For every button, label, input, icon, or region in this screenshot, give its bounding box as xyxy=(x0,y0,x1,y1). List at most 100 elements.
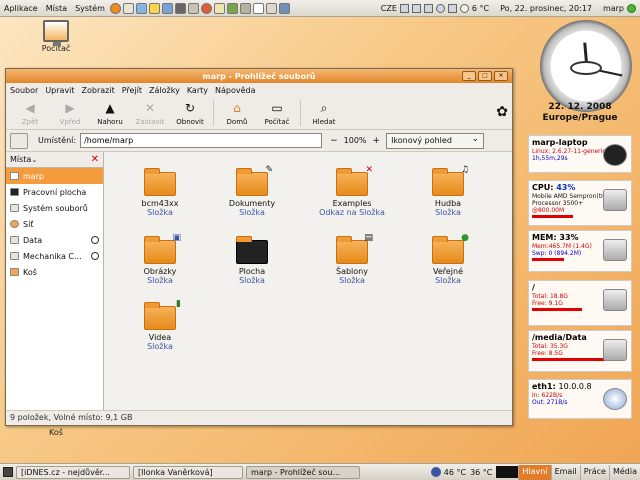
file-item[interactable]: Plocha Složka xyxy=(212,236,292,285)
up-button[interactable]: ▲ Nahoru xyxy=(90,101,130,126)
maximize-button[interactable]: □ xyxy=(478,71,492,81)
home-label: Domů xyxy=(226,118,248,126)
menu-view[interactable]: Zobrazit xyxy=(82,86,115,95)
sidebar-item-trash[interactable]: Koš xyxy=(6,264,103,280)
sidebar-item-drive-c[interactable]: Mechanika C... xyxy=(6,248,103,264)
terminal-icon[interactable] xyxy=(174,2,186,14)
view-mode-select[interactable]: Ikonový pohled xyxy=(386,132,485,149)
sidebar-title[interactable]: Místa xyxy=(10,155,31,164)
workspace-email[interactable]: Email xyxy=(550,464,580,480)
clock-datetime[interactable]: Po, 22. prosinec, 20:17 xyxy=(500,4,592,13)
task-file-manager[interactable]: marp - Prohlížeč sou... xyxy=(246,465,360,479)
minimize-button[interactable]: _ xyxy=(462,71,476,81)
sidebar-item-data[interactable]: Data xyxy=(6,232,103,248)
location-input[interactable] xyxy=(80,133,323,148)
clock-date-block: 22. 12. 2008 Europe/Prague xyxy=(520,102,640,124)
file-item[interactable]: ✎ Dokumenty Složka xyxy=(212,165,292,217)
weather-icon[interactable] xyxy=(459,3,469,13)
notes-icon[interactable] xyxy=(213,2,225,14)
office-icon[interactable] xyxy=(161,2,173,14)
volume-icon[interactable] xyxy=(447,3,457,13)
screenshot-icon[interactable] xyxy=(265,2,277,14)
stop-button[interactable]: ✕ Zastavit xyxy=(130,101,170,126)
status-online-icon[interactable] xyxy=(627,3,636,13)
root-usage-bar xyxy=(532,308,582,311)
sidebar-item-desktop[interactable]: Pracovní plocha xyxy=(6,184,103,200)
eject-icon[interactable] xyxy=(91,252,99,260)
sidebar-header: Místa ⌄ ✕ xyxy=(6,152,103,168)
file-item[interactable]: bcm43xx Složka xyxy=(120,168,200,217)
menu-edit[interactable]: Upravit xyxy=(45,86,74,95)
file-type: Složka xyxy=(147,342,173,351)
update-icon[interactable] xyxy=(435,3,445,13)
file-item[interactable]: ▤ Šablony Složka xyxy=(312,233,392,285)
eject-icon[interactable] xyxy=(91,236,99,244)
videos-folder-icon: ▮ xyxy=(144,299,181,330)
zoom-level[interactable]: 100% xyxy=(344,136,367,145)
window-titlebar[interactable]: marp - Prohlížeč souborů _ □ × xyxy=(6,69,512,83)
computer-button[interactable]: ▭ Počítač xyxy=(257,101,297,126)
desktop-computer-icon[interactable]: Počítač xyxy=(26,20,86,53)
show-desktop-icon[interactable] xyxy=(3,467,13,477)
user-name[interactable]: marp xyxy=(603,4,624,13)
toggle-location-button[interactable] xyxy=(10,132,28,149)
menu-file[interactable]: Soubor xyxy=(10,86,38,95)
file-item[interactable]: ▣ Obrázky Složka xyxy=(120,233,200,285)
signal-icon[interactable] xyxy=(411,3,421,13)
books-icon[interactable] xyxy=(226,2,238,14)
sidebar-item-network[interactable]: Síť xyxy=(6,216,103,232)
net-ip: 10.0.0.8 xyxy=(558,382,592,391)
menu-applications[interactable]: Aplikace xyxy=(0,4,42,13)
data-usage-bar xyxy=(532,358,605,361)
workspace-media[interactable]: Média xyxy=(608,464,640,480)
pen-icon: ✎ xyxy=(265,165,273,175)
workspace-main[interactable]: Hlavní xyxy=(518,464,551,480)
file-item[interactable]: ▮ Videa Složka xyxy=(120,299,200,351)
file-icon-view[interactable]: bcm43xx Složka ✎ Dokumenty Složka ✕ Examples… xyxy=(104,152,512,410)
file-item[interactable]: ✕ Examples Odkaz na Složka xyxy=(312,165,392,217)
chat-icon[interactable] xyxy=(148,2,160,14)
home-button[interactable]: ⌂ Domů xyxy=(217,101,257,126)
media-player-icon[interactable] xyxy=(200,2,212,14)
back-button[interactable]: ◀ Zpět xyxy=(10,101,50,126)
file-item[interactable]: ● Veřejné Složka xyxy=(408,233,488,285)
file-item[interactable]: ♫ Hudba Složka xyxy=(408,165,488,217)
disc-icon[interactable] xyxy=(187,2,199,14)
close-button[interactable]: × xyxy=(494,71,508,81)
messenger-icon[interactable] xyxy=(135,2,147,14)
forward-button[interactable]: ▶ Vpřed xyxy=(50,101,90,126)
desktop-trash-icon[interactable]: Koš xyxy=(26,428,86,437)
archive-icon[interactable] xyxy=(239,2,251,14)
close-sidebar-icon[interactable]: ✕ xyxy=(91,154,99,165)
mail-icon[interactable] xyxy=(122,2,134,14)
search-button[interactable]: ⌕ Hledat xyxy=(304,101,344,127)
menu-places[interactable]: Místa xyxy=(42,4,71,13)
desktop-folder-icon xyxy=(236,236,268,264)
keyboard-layout[interactable]: CZE xyxy=(381,4,397,13)
menu-help[interactable]: Nápověda xyxy=(215,86,256,95)
power-icon[interactable] xyxy=(430,467,441,477)
menu-go[interactable]: Přejít xyxy=(122,86,142,95)
file-type: Složka xyxy=(435,208,461,217)
menu-system[interactable]: Systém xyxy=(71,4,109,13)
broken-link-icon: ✕ xyxy=(365,165,373,175)
image-viewer-icon[interactable] xyxy=(278,2,290,14)
chevron-down-icon[interactable]: ⌄ xyxy=(31,156,37,164)
file-type: Odkaz na Složka xyxy=(319,208,385,217)
text-editor-icon[interactable] xyxy=(252,2,264,14)
workspace-work[interactable]: Práce xyxy=(579,464,609,480)
zoom-out-icon[interactable]: − xyxy=(330,136,338,146)
menu-bookmarks[interactable]: Záložky xyxy=(149,86,180,95)
menu-tabs[interactable]: Karty xyxy=(187,86,208,95)
weather-temperature[interactable]: 6 °C xyxy=(472,4,489,13)
reload-button[interactable]: ↻ Obnovit xyxy=(170,101,210,126)
task-chat[interactable]: [Ilonka Vaněrková] xyxy=(133,465,243,479)
toolbar: ◀ Zpět ▶ Vpřed ▲ Nahoru ✕ Zastavit ↻ Obnovit … xyxy=(6,98,512,130)
network-icon[interactable] xyxy=(399,3,409,13)
sidebar-item-home[interactable]: marp xyxy=(6,168,103,184)
zoom-in-icon[interactable]: + xyxy=(373,136,381,146)
task-idnes[interactable]: [iDNES.cz - nejdůvěr... xyxy=(16,465,130,479)
firefox-icon[interactable] xyxy=(109,2,121,14)
sidebar-item-filesystem[interactable]: Systém souborů xyxy=(6,200,103,216)
battery-icon[interactable] xyxy=(423,3,433,13)
